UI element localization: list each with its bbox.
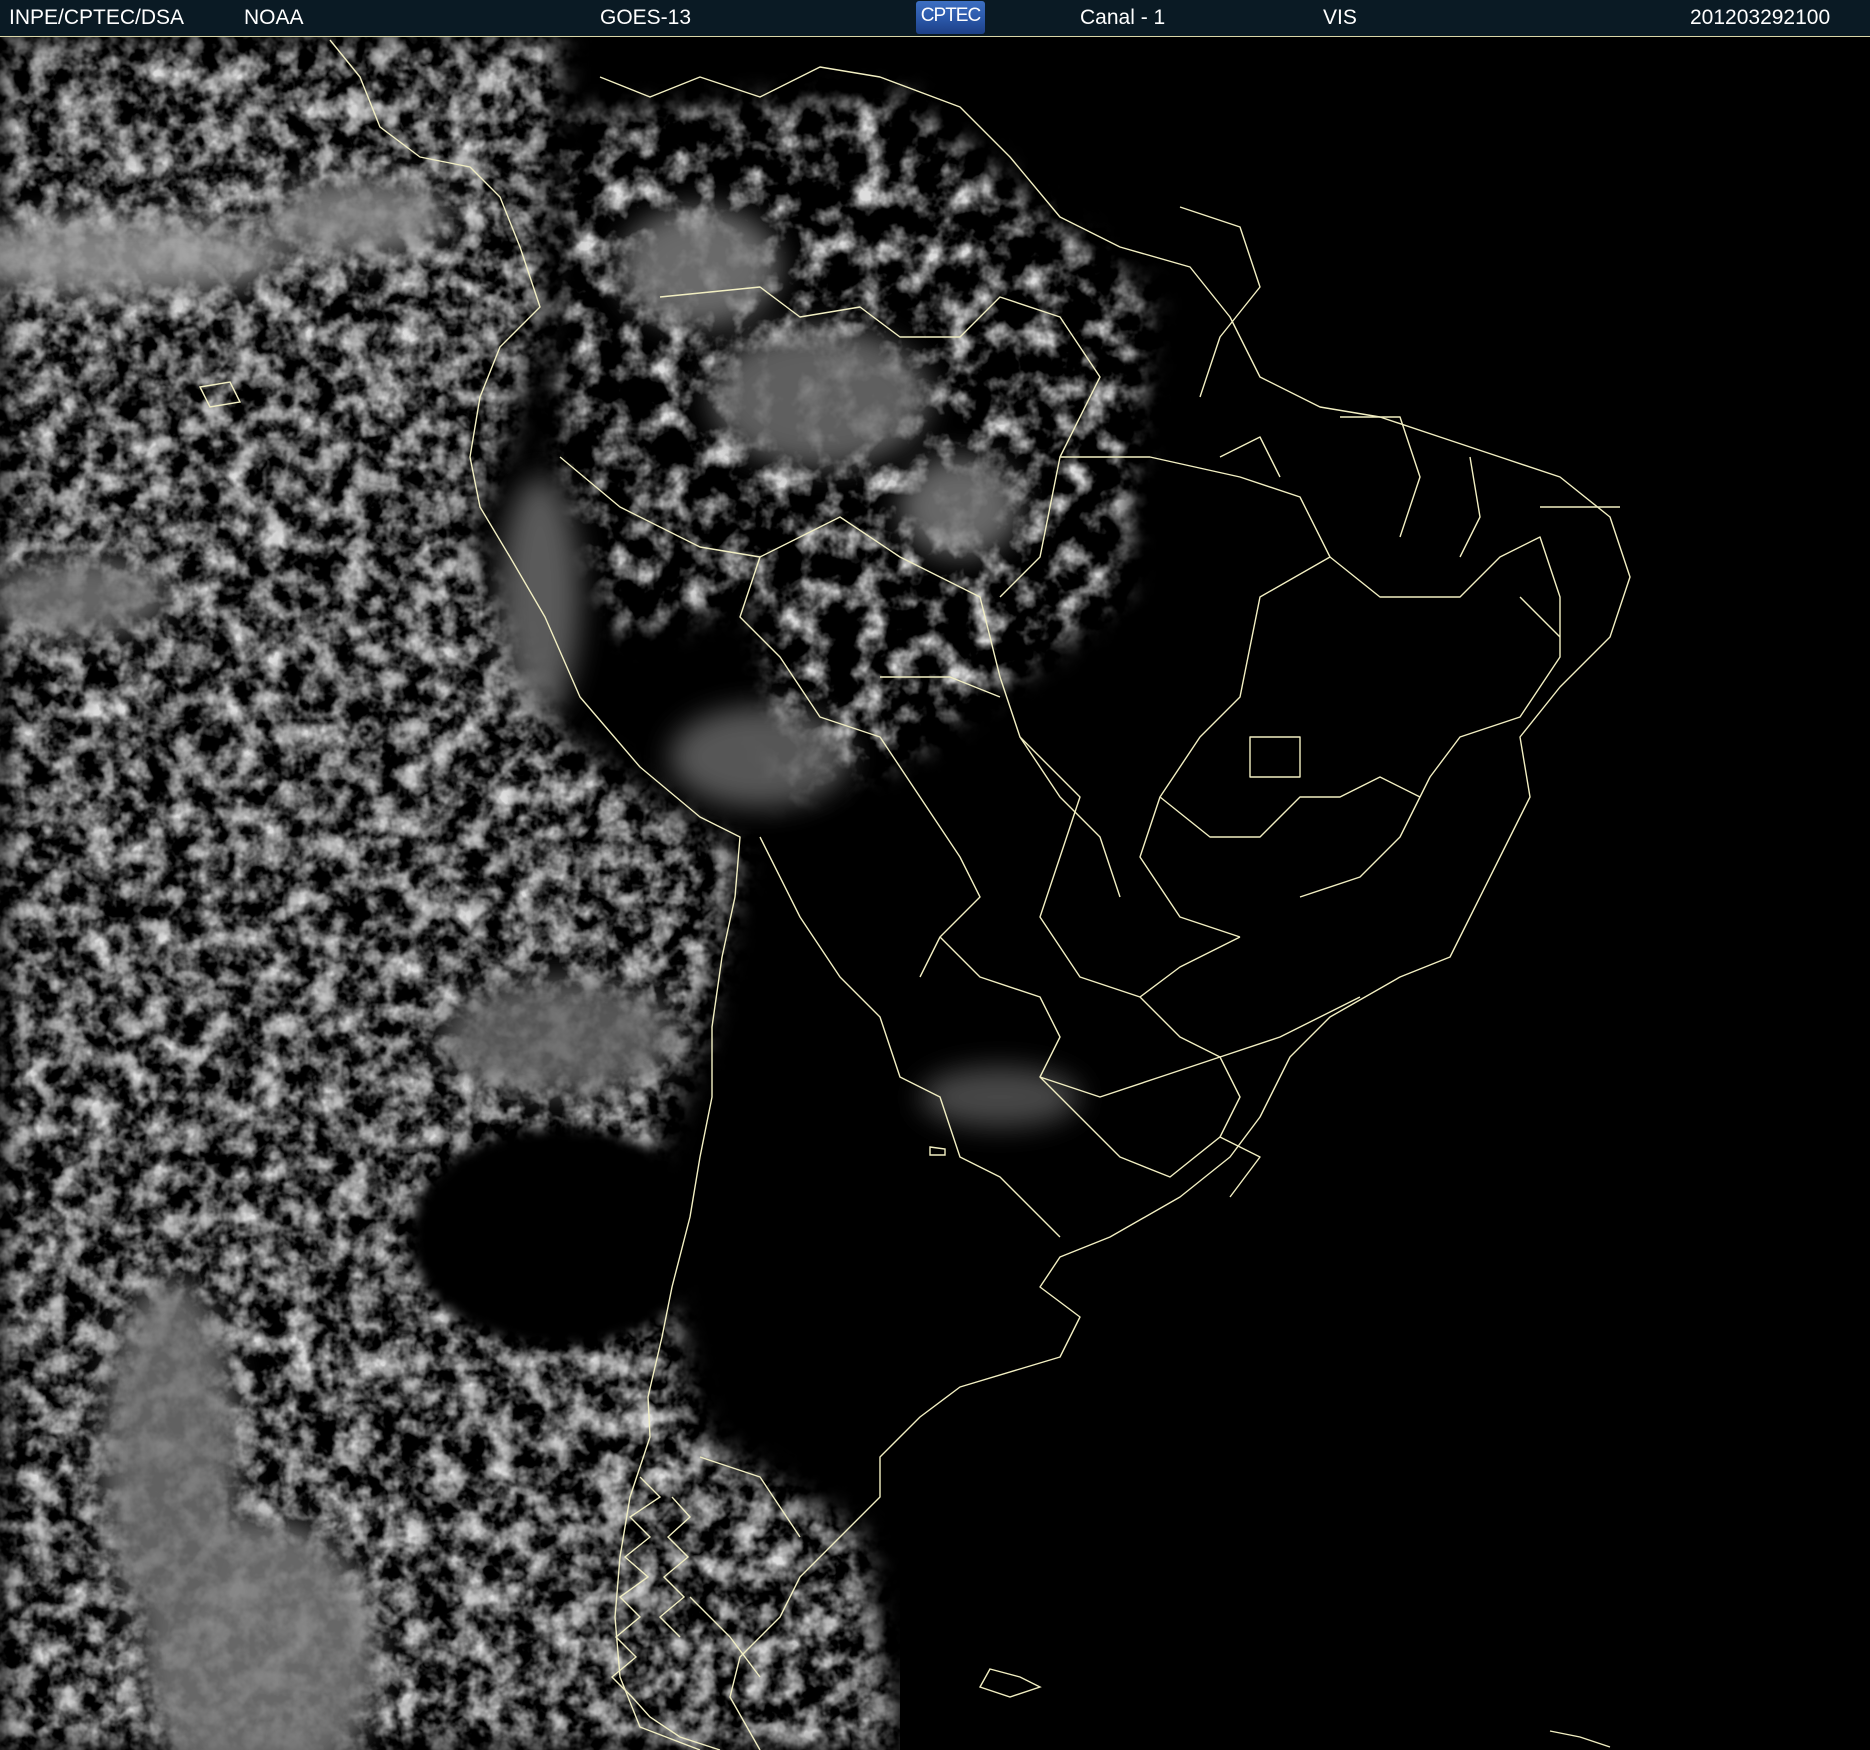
satellite-label: GOES-13 [600, 6, 692, 29]
header-bar: INPE/CPTEC/DSA NOAA GOES-13 CPTEC Canal … [0, 0, 1870, 37]
cptec-logo: CPTEC [916, 1, 985, 34]
agency-label: INPE/CPTEC/DSA [9, 6, 185, 29]
cyclone-clear-area [410, 1127, 710, 1347]
channel-label: Canal - 1 [1080, 6, 1166, 29]
satellite-image [0, 37, 1870, 1750]
cptec-logo-text: CPTEC [920, 5, 981, 26]
provider-label: NOAA [244, 6, 304, 29]
band-label: VIS [1323, 6, 1357, 29]
timestamp-label: 201203292100 [1690, 6, 1831, 29]
